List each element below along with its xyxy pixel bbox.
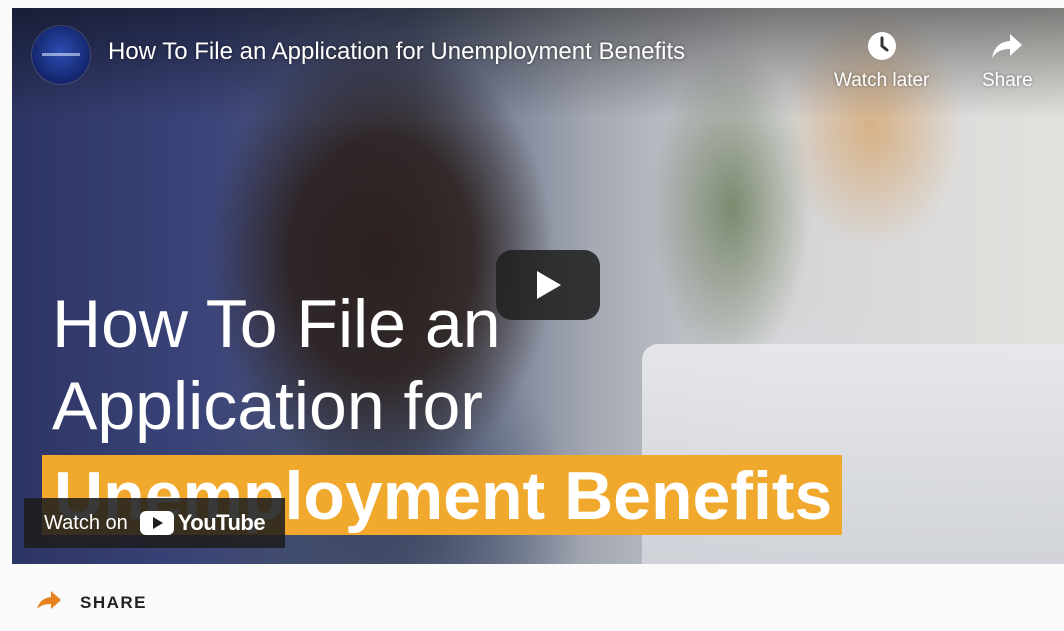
thumbnail-text-line-2: Application for [52, 368, 483, 444]
share-arrow-icon [989, 28, 1025, 64]
youtube-logo: YouTube [139, 510, 266, 536]
watch-later-label: Watch later [834, 70, 930, 91]
share-button[interactable]: Share [982, 28, 1033, 92]
thumbnail-text-line-1: How To File an [52, 286, 501, 362]
video-player[interactable]: How To File an Application for Unemploym… [12, 8, 1064, 564]
youtube-wordmark: YouTube [177, 510, 266, 535]
youtube-play-icon [139, 511, 174, 535]
page: How To File an Application for Unemploym… [0, 0, 1064, 631]
channel-avatar[interactable] [32, 26, 90, 84]
watch-on-label: Watch on [44, 511, 128, 534]
watch-later-button[interactable]: Watch later [834, 28, 929, 92]
share-bar[interactable]: SHARE [36, 590, 147, 615]
watch-on-youtube-button[interactable]: Watch on YouTube [24, 498, 286, 548]
clock-icon [864, 28, 900, 64]
share-bar-label: SHARE [80, 592, 148, 612]
video-title[interactable]: How To File an Application for Unemploym… [108, 38, 685, 66]
play-button[interactable] [496, 250, 600, 320]
share-arrow-icon [36, 590, 62, 615]
share-label: Share [982, 70, 1033, 91]
play-icon [537, 271, 561, 299]
